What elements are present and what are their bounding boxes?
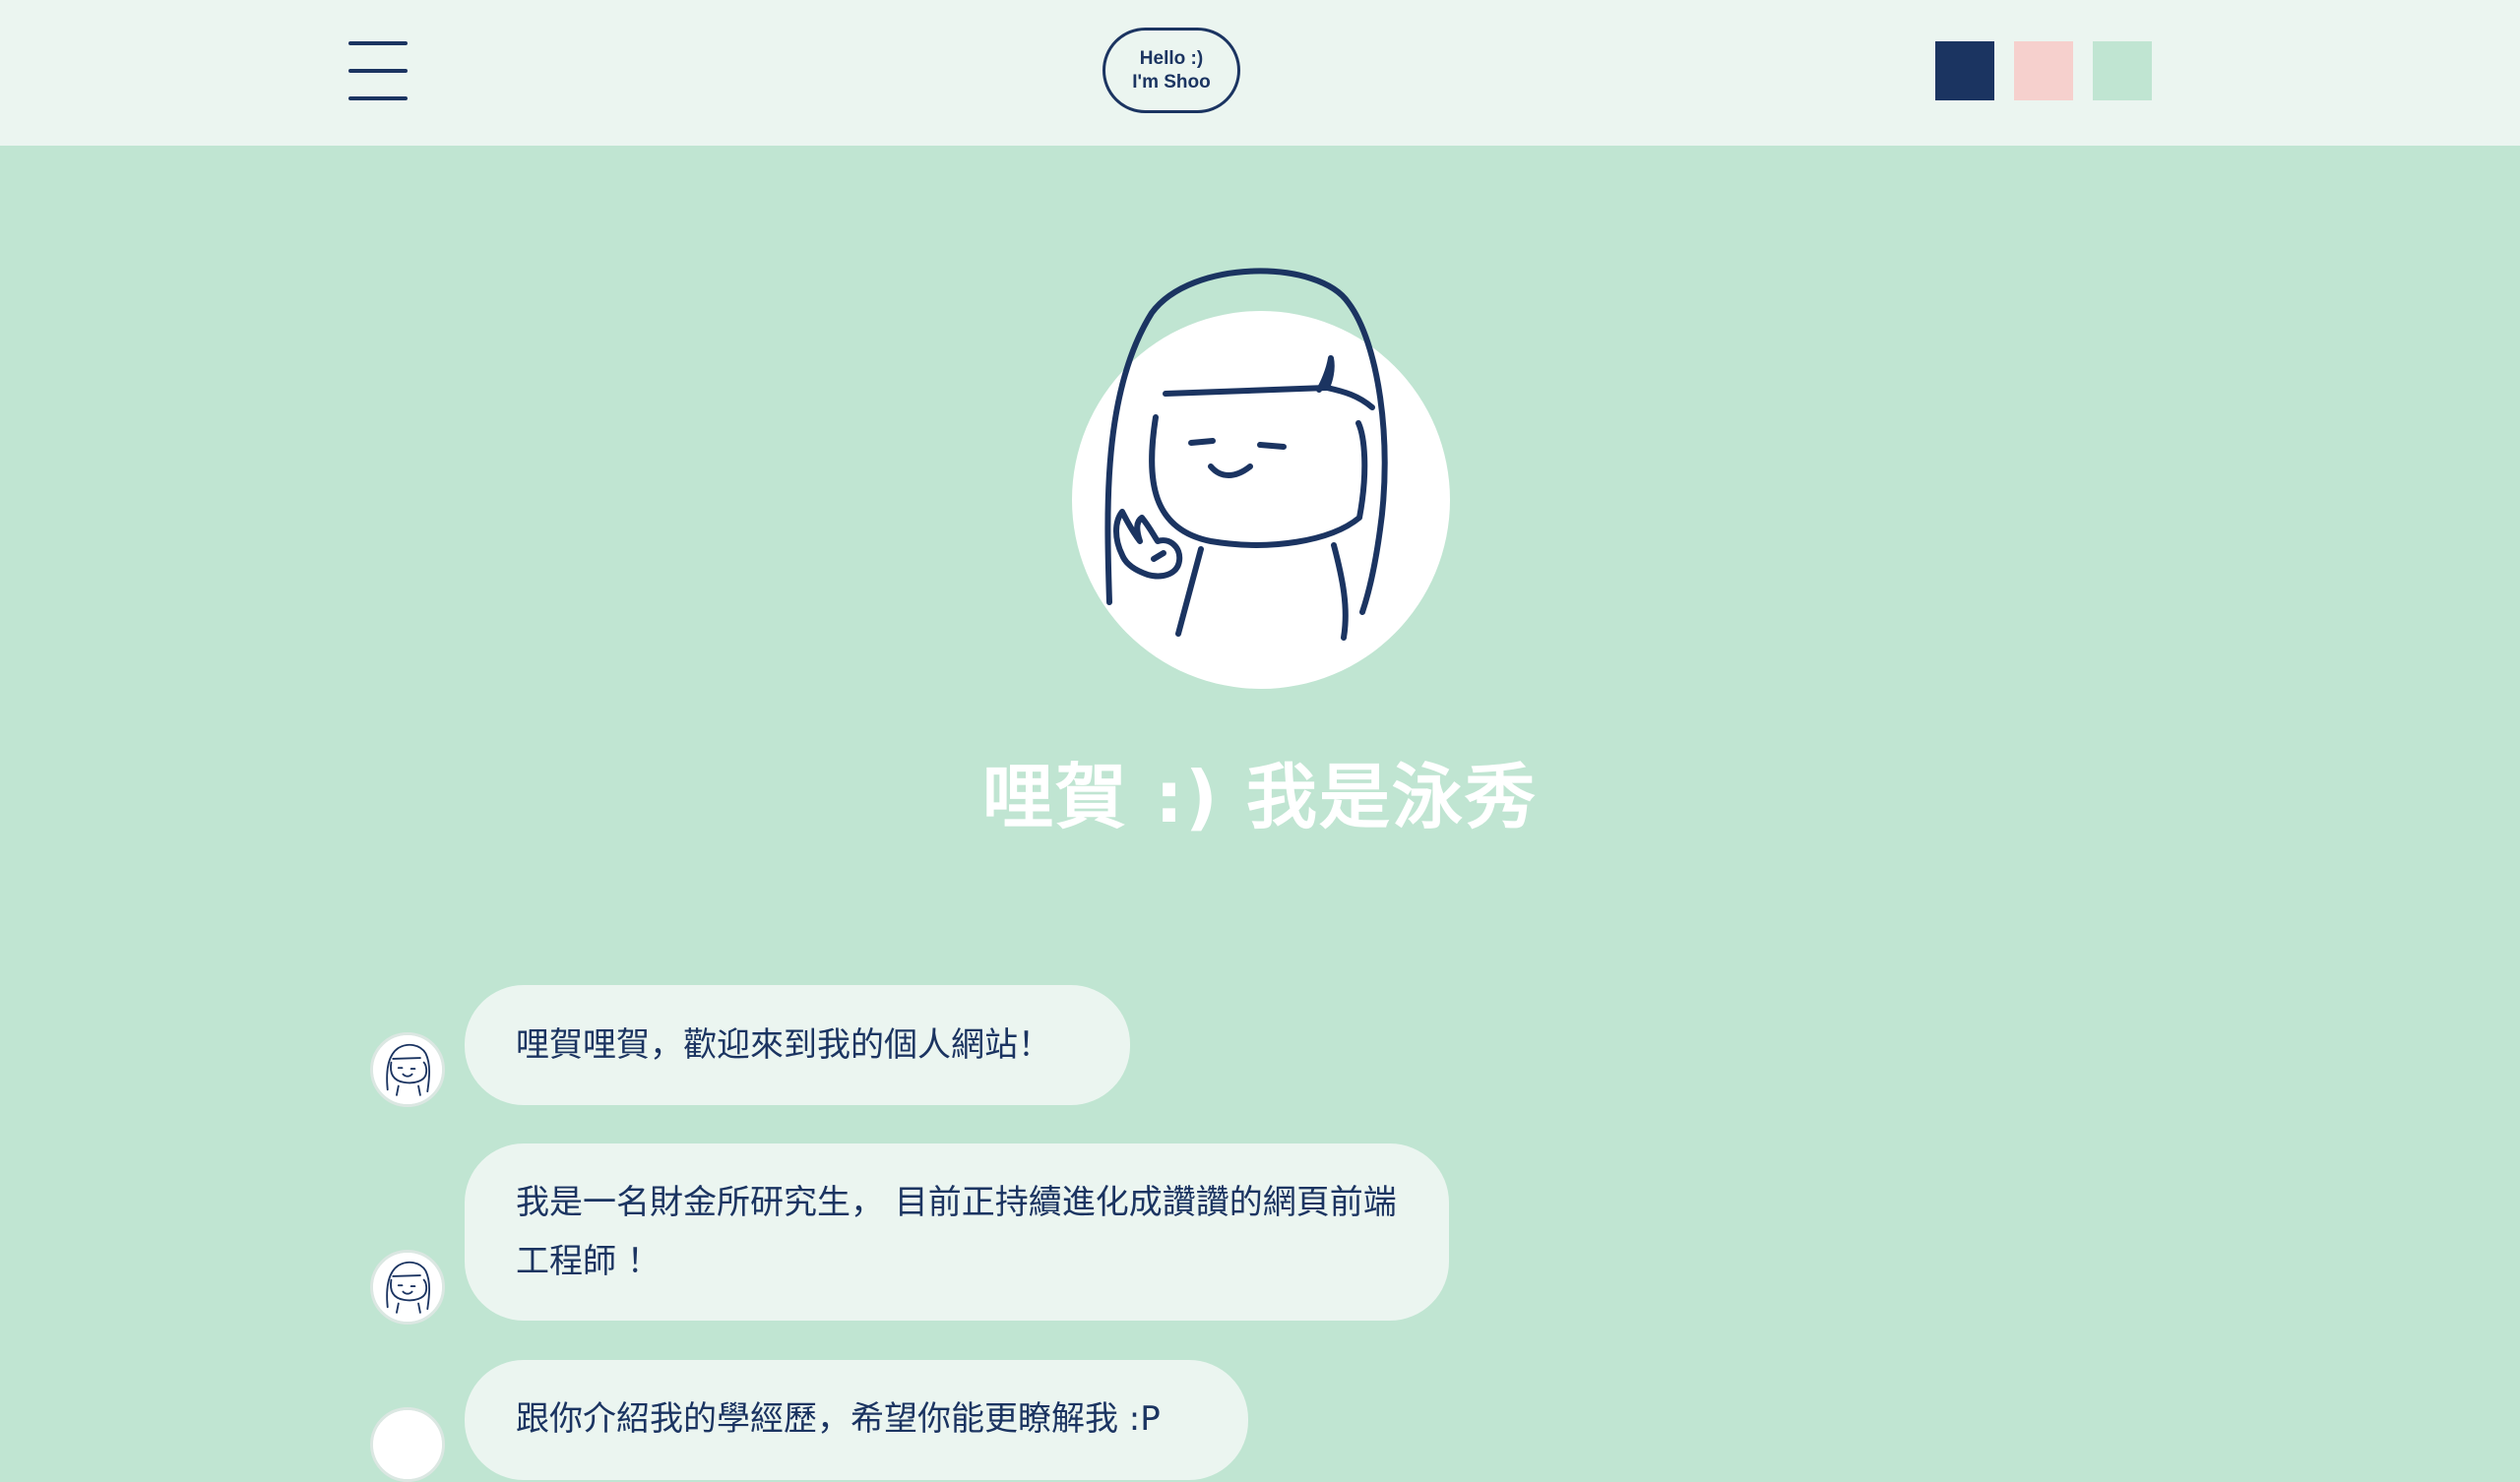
- theme-pink-swatch[interactable]: [2014, 41, 2073, 100]
- theme-navy-swatch[interactable]: [1935, 41, 1994, 100]
- chat-bubble: 哩賀哩賀，歡迎來到我的個人網站！: [465, 985, 1130, 1105]
- logo-line-2: I'm Shoo: [1132, 71, 1211, 93]
- chat-bubble: 跟你介紹我的學經歷，希望你能更瞭解我 :P: [465, 1360, 1248, 1480]
- avatar: [370, 1250, 445, 1325]
- chat-bubble: 我是一名財金所研究生， 目前正持續進化成讚讚的網頁前端工程師 ！: [465, 1143, 1449, 1321]
- logo-home-link[interactable]: Hello :) I'm Shoo: [1102, 28, 1240, 113]
- theme-mint-swatch[interactable]: [2093, 41, 2152, 100]
- menu-line: [348, 69, 408, 73]
- logo-line-1: Hello :): [1139, 47, 1204, 69]
- menu-line: [348, 96, 408, 100]
- avatar: [370, 1032, 445, 1107]
- avatar: [370, 1407, 445, 1482]
- hamburger-menu-icon[interactable]: [346, 39, 410, 102]
- hero-title: 哩賀 :) 我是泳秀: [982, 756, 1538, 838]
- menu-line: [348, 41, 408, 45]
- top-bar: Hello :) I'm Shoo: [0, 0, 2520, 146]
- girl-peace-sign-illustration: [1072, 268, 1450, 689]
